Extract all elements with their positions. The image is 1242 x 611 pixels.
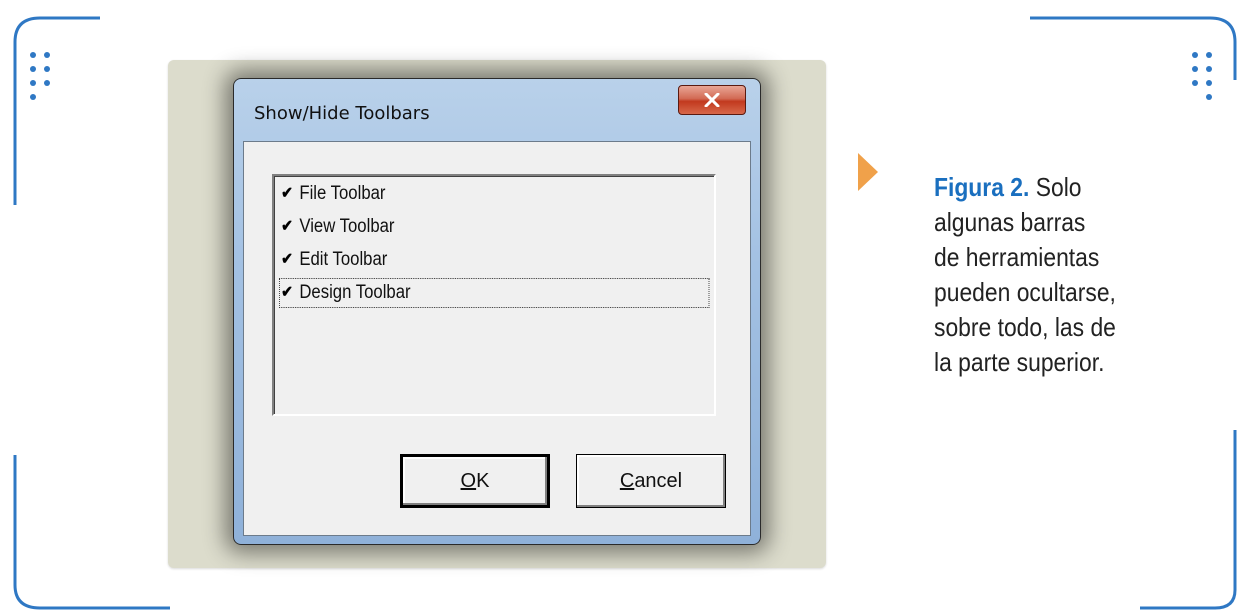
- show-hide-toolbars-dialog: Show/Hide Toolbars ✔ File Toolbar ✔ View…: [233, 78, 761, 545]
- checkbox-check-icon[interactable]: ✔: [280, 186, 294, 202]
- caption-arrow-icon: [858, 153, 878, 191]
- list-item-label: Edit Toolbar: [299, 249, 388, 270]
- caption-line: algunas barras: [934, 207, 1086, 237]
- list-item-design-toolbar[interactable]: ✔ Design Toolbar: [279, 278, 710, 308]
- cancel-button[interactable]: Cancel: [576, 454, 726, 508]
- close-button[interactable]: [678, 85, 746, 115]
- list-item-label: View Toolbar: [299, 216, 395, 237]
- ok-label-rest: K: [476, 469, 490, 492]
- caption-line: sobre todo, las de: [934, 312, 1116, 342]
- caption-line: de herramientas: [934, 242, 1100, 272]
- dialog-client-area: ✔ File Toolbar ✔ View Toolbar ✔ Edit Too…: [243, 141, 751, 536]
- ok-mnemonic: O: [460, 469, 477, 492]
- caption-line: la parte superior.: [934, 347, 1105, 377]
- checkbox-check-icon[interactable]: ✔: [280, 252, 294, 268]
- toolbar-listbox[interactable]: ✔ File Toolbar ✔ View Toolbar ✔ Edit Too…: [272, 174, 716, 416]
- dialog-title: Show/Hide Toolbars: [254, 103, 430, 124]
- caption-line: pueden ocultarse,: [934, 277, 1116, 307]
- checkbox-check-icon[interactable]: ✔: [280, 285, 294, 301]
- cancel-label-rest: ancel: [634, 469, 683, 492]
- caption-line: Solo: [1035, 172, 1082, 202]
- list-item-label: Design Toolbar: [299, 282, 411, 303]
- list-item-view-toolbar[interactable]: ✔ View Toolbar: [280, 213, 394, 241]
- figure-caption: Figura 2. Solo algunas barras de herrami…: [934, 170, 1172, 380]
- figure-label: Figura 2.: [934, 172, 1030, 202]
- list-item-file-toolbar[interactable]: ✔ File Toolbar: [280, 180, 385, 208]
- cancel-mnemonic: C: [619, 469, 635, 492]
- checkbox-check-icon[interactable]: ✔: [280, 219, 294, 235]
- ok-button[interactable]: OK: [400, 454, 550, 508]
- list-item-label: File Toolbar: [299, 183, 386, 204]
- x-icon: [704, 93, 720, 107]
- list-item-edit-toolbar[interactable]: ✔ Edit Toolbar: [280, 246, 387, 274]
